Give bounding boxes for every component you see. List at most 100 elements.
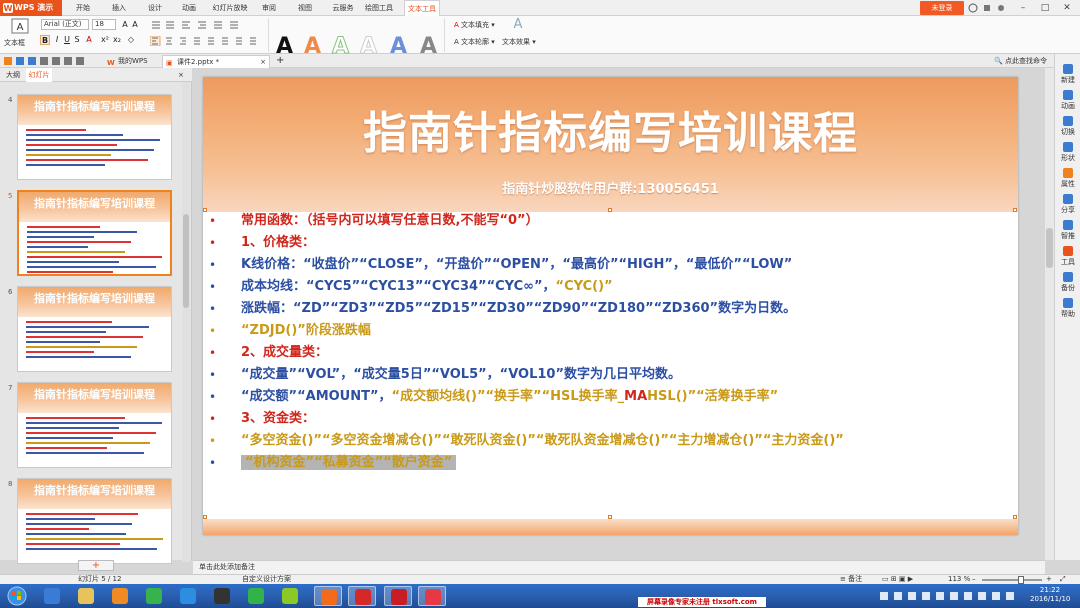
maximize-button[interactable]: □ <box>1034 0 1056 16</box>
text-effect-icon[interactable]: A <box>512 18 524 32</box>
tab-slides[interactable]: 幻灯片 <box>26 68 52 82</box>
settings-icon[interactable] <box>996 3 1006 13</box>
sidebar-2-icon[interactable] <box>1063 116 1073 126</box>
menu-tab-1[interactable]: 插入 <box>108 0 130 16</box>
taskbar-app-button[interactable] <box>208 586 236 606</box>
sidebar-7-icon[interactable] <box>1063 246 1073 256</box>
grow-font-icon[interactable]: A <box>120 20 130 30</box>
login-button[interactable]: 未登录 <box>920 1 964 15</box>
textbox-icon[interactable]: A <box>10 18 30 36</box>
shadow-icon[interactable]: S <box>72 35 82 45</box>
menu-tab-3[interactable]: 动画 <box>178 0 200 16</box>
menu-tab-0[interactable]: 开始 <box>72 0 94 16</box>
slide-text-line[interactable]: “多空资金()”“多空资金增减仓()”“敢死队资金()”“敢死队资金增减仓()”… <box>241 430 844 452</box>
sidebar-item-label[interactable]: 帮助 <box>1055 309 1080 319</box>
textbox-label[interactable]: 文本框 <box>4 38 25 48</box>
slide-text-line[interactable]: “机构资金”“私募资金”“散户资金” <box>241 452 457 474</box>
resize-handle[interactable] <box>608 208 612 212</box>
resize-handle[interactable] <box>608 515 612 519</box>
quick-access-toolbar[interactable] <box>2 56 92 66</box>
subscript-icon[interactable]: x₂ <box>112 35 122 45</box>
slide-text-line[interactable]: “成交量”“VOL”，“成交量5日”“VOL5”，“VOL10”数字为几日平均数… <box>241 364 681 386</box>
sidebar-item-label[interactable]: 形状 <box>1055 153 1080 163</box>
slide-text-box[interactable]: • 常用函数：（括号内可以填写任意日数,不能写“0”） • 1、价格类： • K线价格：“… <box>203 210 1018 500</box>
paragraph-tools-row1[interactable] <box>150 20 250 30</box>
design-scheme[interactable]: 自定义设计方案 <box>242 575 291 584</box>
slide-thumbnail[interactable]: 指南针指标编写培训课程 <box>17 190 172 276</box>
taskbar-app-button[interactable] <box>242 586 270 606</box>
command-search[interactable]: 🔍 点此查找命令 <box>994 56 1047 66</box>
sidebar-9-icon[interactable] <box>1063 298 1073 308</box>
slide-panel-scroll-thumb[interactable] <box>183 214 189 308</box>
menu-tab-8[interactable]: 绘图工具 <box>362 0 396 16</box>
text-outline-button[interactable]: A 文本轮廓 ▾ <box>454 37 495 47</box>
menu-tab-2[interactable]: 设计 <box>144 0 166 16</box>
taskbar-clock[interactable]: 21:22 2016/11/10 <box>1030 586 1070 604</box>
add-slide-button[interactable]: + <box>78 560 114 571</box>
menu-tab-7[interactable]: 云服务 <box>328 0 358 16</box>
sidebar-item-label[interactable]: 属性 <box>1055 179 1080 189</box>
sidebar-item-label[interactable]: 备份 <box>1055 283 1080 293</box>
zoom-out-icon[interactable]: – <box>972 575 976 584</box>
sidebar-5-icon[interactable] <box>1063 194 1073 204</box>
taskbar-app-button[interactable] <box>106 586 134 606</box>
slide-thumbnail[interactable]: 指南针指标编写培训课程 <box>17 94 172 180</box>
slide-thumbnail[interactable]: 指南针指标编写培训课程 <box>17 478 172 564</box>
text-fill-button[interactable]: A 文本填充 ▾ <box>454 20 495 30</box>
sidebar-8-icon[interactable] <box>1063 272 1073 282</box>
zoom-in-icon[interactable]: + <box>1046 575 1052 584</box>
sidebar-0-icon[interactable] <box>1063 64 1073 74</box>
clear-format-icon[interactable]: ◇ <box>126 35 136 45</box>
resize-handle[interactable] <box>1013 515 1017 519</box>
resize-handle[interactable] <box>203 208 207 212</box>
sidebar-item-label[interactable]: 新建 <box>1055 75 1080 85</box>
bold-icon[interactable]: B <box>40 35 50 45</box>
taskbar-app-button[interactable] <box>348 586 376 606</box>
sidebar-4-icon[interactable] <box>1063 168 1073 178</box>
slide-canvas[interactable]: 指南针指标编写培训课程 指南针炒股软件用户群:130056451 • 常用函数：（… <box>203 77 1018 535</box>
taskbar-app-button[interactable] <box>314 586 342 606</box>
slide-text-line[interactable]: 涨跌幅：“ZD”“ZD3”“ZD5”“ZD15”“ZD30”“ZD90”“ZD1… <box>241 298 796 320</box>
slide-text-line[interactable]: 3、资金类： <box>241 408 315 430</box>
resize-handle[interactable] <box>203 515 207 519</box>
slide-text-line[interactable]: K线价格：“收盘价”“CLOSE”，“开盘价”“OPEN”，“最高价”“HIGH… <box>241 254 792 276</box>
slide-thumbnail[interactable]: 指南针指标编写培训课程 <box>17 286 172 372</box>
font-name-select[interactable]: Arial (正文) <box>41 19 89 30</box>
zoom-level[interactable]: 113 % <box>948 575 970 584</box>
sidebar-item-label[interactable]: 工具 <box>1055 257 1080 267</box>
tab-my-wps[interactable]: W 我的WPS <box>104 55 160 68</box>
sidebar-item-label[interactable]: 智推 <box>1055 231 1080 241</box>
superscript-icon[interactable]: x² <box>100 35 110 45</box>
help-icon[interactable] <box>968 3 978 13</box>
menu-tab-6[interactable]: 视图 <box>294 0 316 16</box>
italic-icon[interactable]: I <box>52 35 62 45</box>
underline-icon[interactable]: U <box>62 35 72 45</box>
shrink-font-icon[interactable]: A <box>130 20 140 30</box>
zoom-slider[interactable] <box>982 579 1042 581</box>
view-buttons[interactable]: ▭ ⊞ ▣ ▶ <box>882 575 913 584</box>
text-effect-button[interactable]: 文本效果 ▾ <box>502 37 536 47</box>
taskbar-app-button[interactable] <box>384 586 412 606</box>
sidebar-item-label[interactable]: 切换 <box>1055 127 1080 137</box>
paragraph-tools-row2[interactable] <box>150 36 260 46</box>
zoom-slider-knob[interactable] <box>1018 576 1024 584</box>
font-color-icon[interactable]: A <box>84 35 94 45</box>
system-tray-icons[interactable] <box>880 590 1030 602</box>
sidebar-1-icon[interactable] <box>1063 90 1073 100</box>
close-button[interactable]: ✕ <box>1056 0 1078 16</box>
sidebar-6-icon[interactable] <box>1063 220 1073 230</box>
slide-text-line[interactable]: 成本均线：“CYC5”“CYC13”“CYC34”“CYC∞”，“CYC()” <box>241 276 613 298</box>
sidebar-item-label[interactable]: 动画 <box>1055 101 1080 111</box>
menu-tab-4[interactable]: 幻灯片放映 <box>210 0 250 16</box>
minimize-button[interactable]: – <box>1012 0 1034 16</box>
taskbar-app-button[interactable] <box>276 586 304 606</box>
sidebar-3-icon[interactable] <box>1063 142 1073 152</box>
slide-text-line[interactable]: “成交额”“AMOUNT”，“成交额均线()”“换手率”“HSL换手率_MAHS… <box>241 386 778 408</box>
tab-document[interactable]: ▣ 课件2.pptx * × <box>162 55 270 68</box>
slide-thumbnail[interactable]: 指南针指标编写培训课程 <box>17 382 172 468</box>
taskbar-app-button[interactable] <box>140 586 168 606</box>
close-tab-icon[interactable]: × <box>260 56 266 68</box>
taskbar-app-button[interactable] <box>38 586 66 606</box>
notes-toggle[interactable]: ≡ 备注 <box>840 575 862 584</box>
close-panel-icon[interactable]: × <box>178 68 184 82</box>
